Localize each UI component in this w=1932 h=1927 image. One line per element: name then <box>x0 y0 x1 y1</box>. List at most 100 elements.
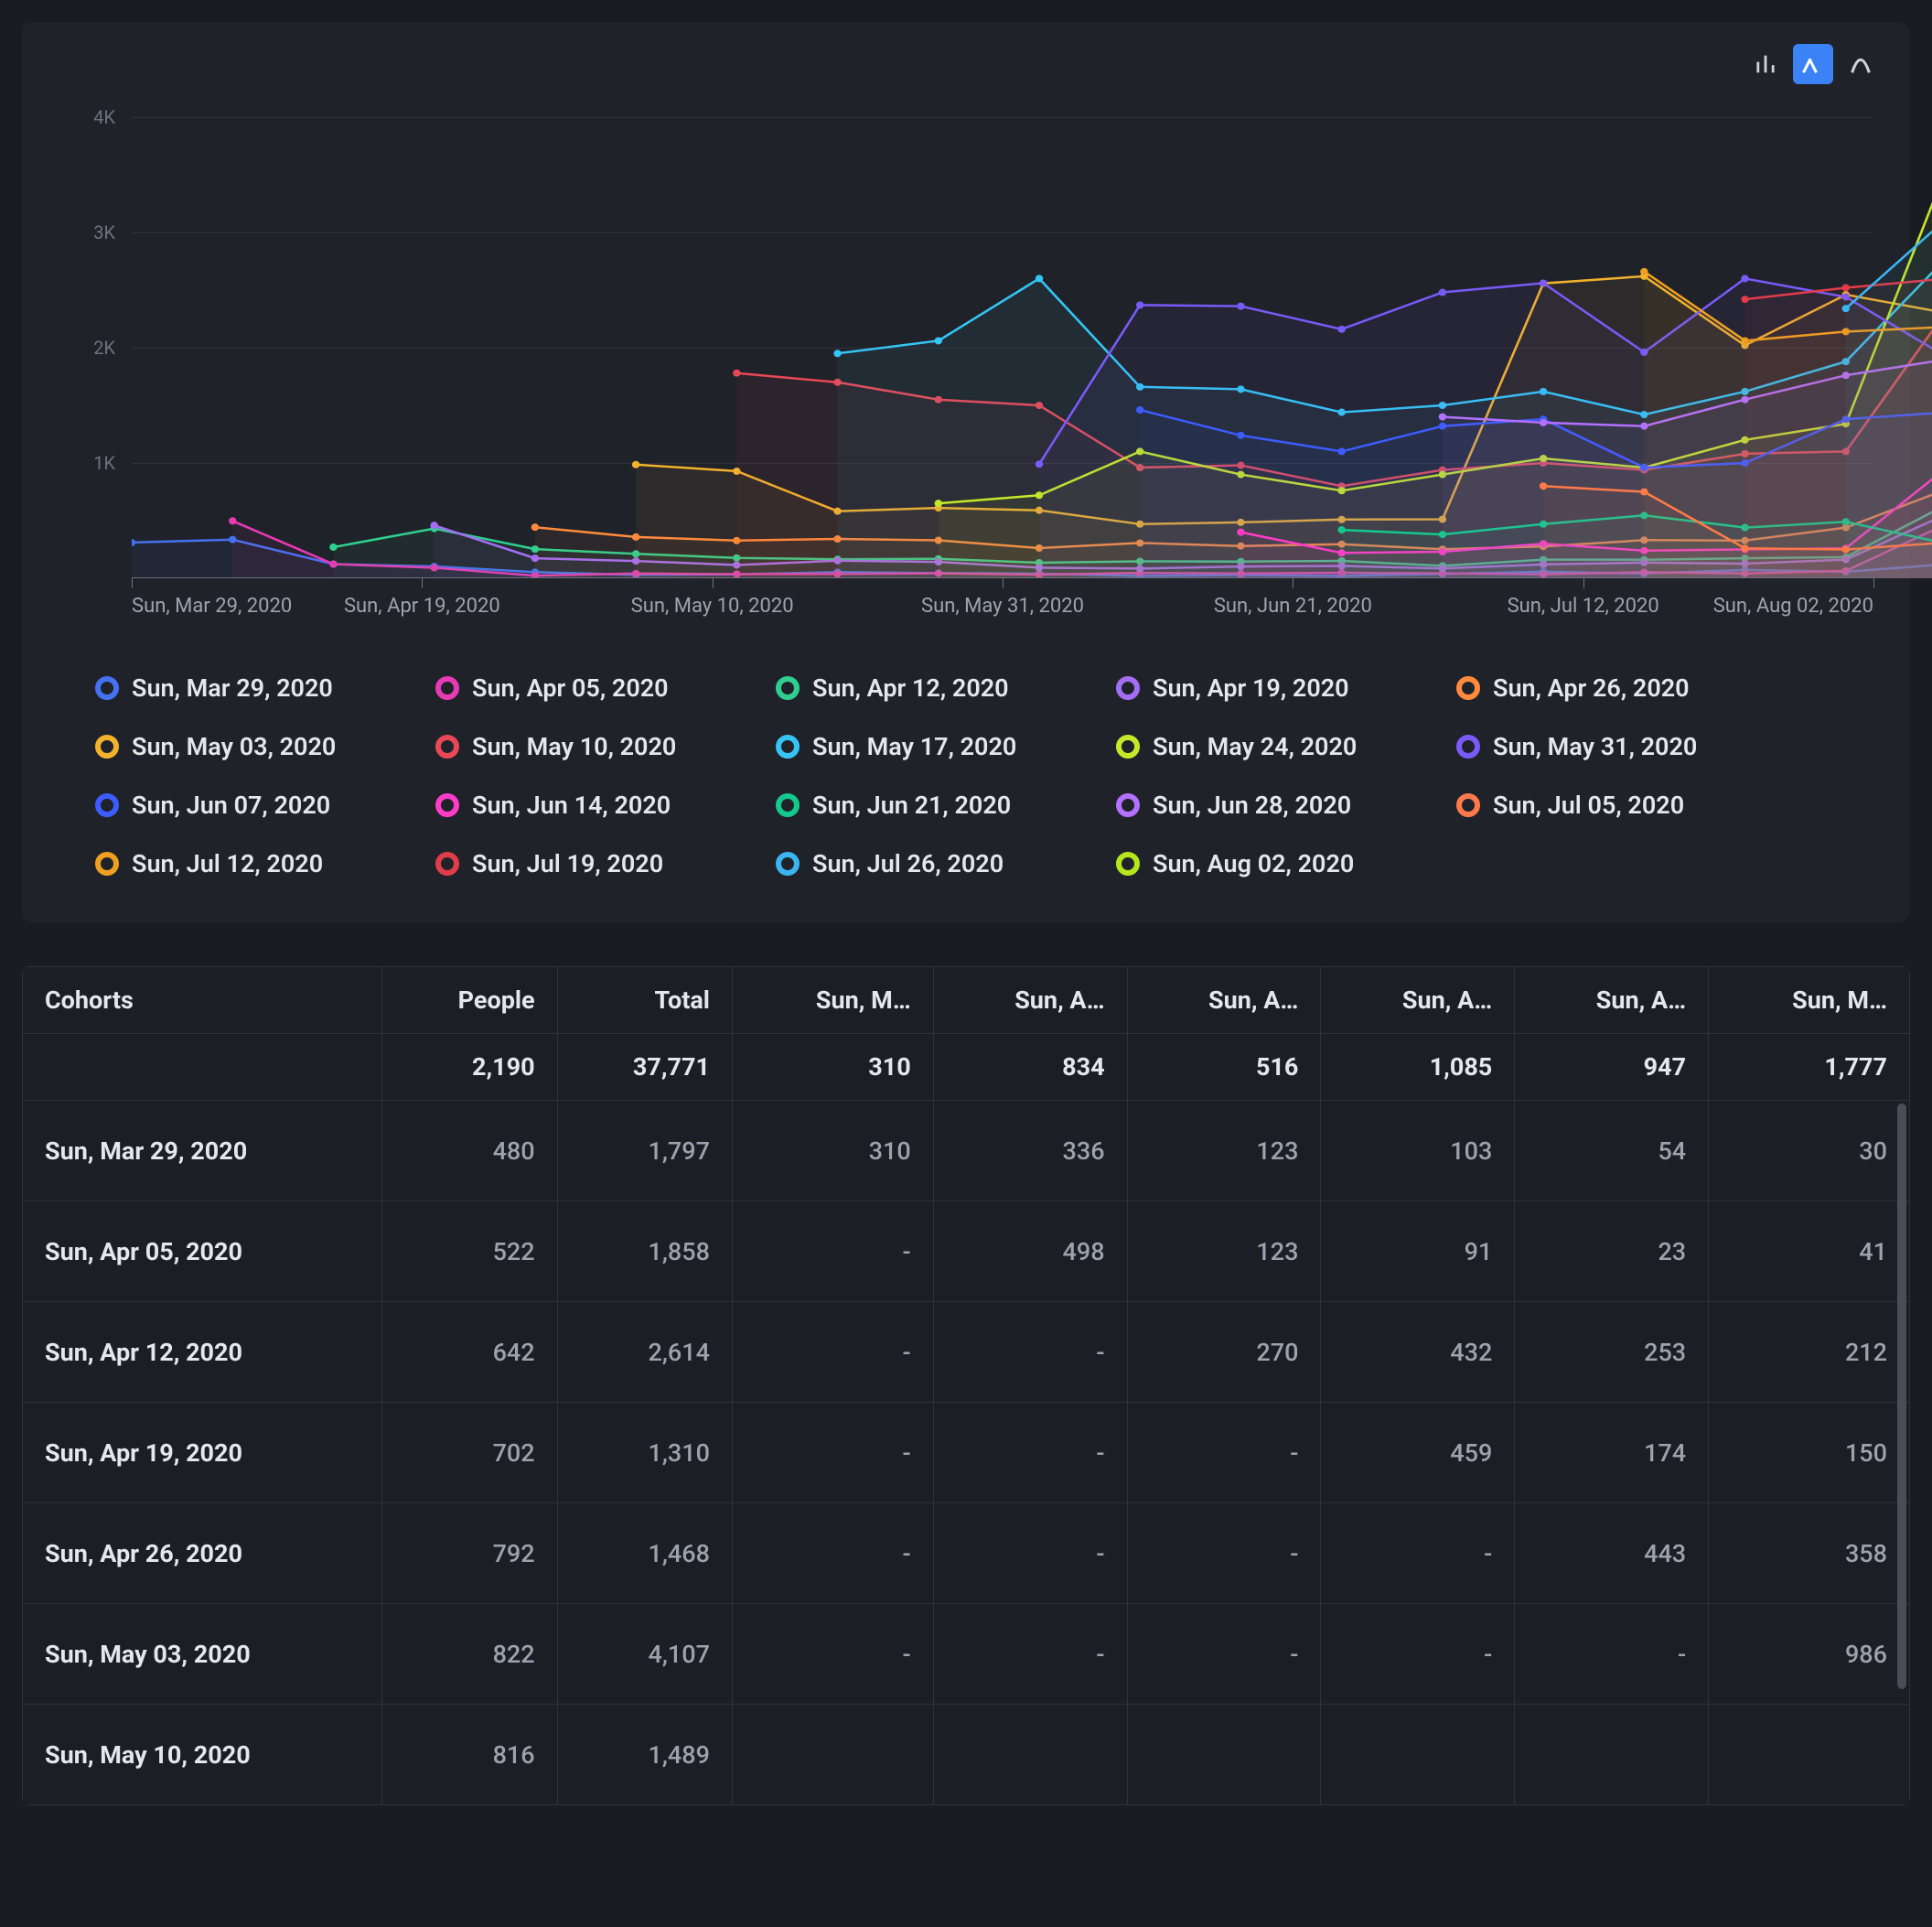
legend-item[interactable]: Sun, Jun 14, 2020 <box>435 791 710 820</box>
table-header-cell[interactable]: Sun, A… <box>933 967 1127 1034</box>
legend-item[interactable]: Sun, Jul 05, 2020 <box>1456 791 1731 820</box>
legend-item[interactable]: Sun, May 17, 2020 <box>776 732 1050 761</box>
row-value-cell: - <box>1127 1604 1321 1705</box>
row-value-cell: - <box>732 1302 933 1403</box>
row-value-cell: 822 <box>382 1604 557 1705</box>
legend-item[interactable]: Sun, May 03, 2020 <box>95 732 370 761</box>
row-value-cell: 1,858 <box>557 1201 732 1302</box>
legend-color-icon <box>95 735 119 759</box>
table-row[interactable]: Sun, May 10, 20208161,489 <box>23 1705 1910 1805</box>
row-value-cell <box>1127 1705 1321 1805</box>
row-value-cell: 23 <box>1515 1201 1709 1302</box>
legend-item[interactable]: Sun, Jun 07, 2020 <box>95 791 370 820</box>
row-value-cell: - <box>732 1503 933 1604</box>
legend-color-icon <box>1116 793 1140 817</box>
chart-type-line-icon[interactable] <box>1793 44 1833 84</box>
chart-type-curve-icon[interactable] <box>1841 44 1881 84</box>
legend-item[interactable]: Sun, May 31, 2020 <box>1456 732 1731 761</box>
row-value-cell: 432 <box>1321 1302 1515 1403</box>
legend-color-icon <box>95 676 119 700</box>
row-value-cell: - <box>933 1302 1127 1403</box>
row-value-cell: 459 <box>1321 1403 1515 1503</box>
row-label-cell: Sun, Apr 12, 2020 <box>23 1302 382 1403</box>
table-header-cell[interactable]: Sun, M… <box>1709 967 1910 1034</box>
table-totals-cell: 947 <box>1515 1034 1709 1101</box>
row-value-cell <box>1709 1705 1910 1805</box>
y-axis: 1K2K3K4K <box>59 117 123 578</box>
table-header-cell[interactable]: Cohorts <box>23 967 382 1034</box>
legend-item[interactable]: Sun, Jun 28, 2020 <box>1116 791 1390 820</box>
table-totals-cell: 516 <box>1127 1034 1321 1101</box>
row-value-cell: 253 <box>1515 1302 1709 1403</box>
row-value-cell: - <box>933 1503 1127 1604</box>
row-value-cell: - <box>933 1403 1127 1503</box>
legend-color-icon <box>1116 852 1140 876</box>
table-header-cell[interactable]: Sun, A… <box>1321 967 1515 1034</box>
row-value-cell: - <box>1127 1403 1321 1503</box>
y-tick-label: 1K <box>93 452 115 474</box>
row-value-cell: - <box>732 1201 933 1302</box>
legend-item[interactable]: Sun, Apr 12, 2020 <box>776 673 1050 703</box>
table-totals-cell: 1,777 <box>1709 1034 1910 1101</box>
x-tick-label: Sun, Mar 29, 2020 <box>132 595 292 618</box>
table-header-cell[interactable]: Sun, A… <box>1515 967 1709 1034</box>
row-value-cell: 150 <box>1709 1403 1910 1503</box>
table-row[interactable]: Sun, Apr 19, 20207021,310---459174150 <box>23 1403 1910 1503</box>
chart-legend: Sun, Mar 29, 2020 Sun, Apr 05, 2020 Sun, A… <box>59 630 1873 878</box>
table-row[interactable]: Sun, Mar 29, 20204801,797310336123103543… <box>23 1101 1910 1201</box>
row-value-cell: 986 <box>1709 1604 1910 1705</box>
legend-label: Sun, Jun 21, 2020 <box>812 791 1011 820</box>
legend-color-icon <box>776 852 800 876</box>
legend-label: Sun, Jun 28, 2020 <box>1153 791 1351 820</box>
legend-color-icon <box>95 852 119 876</box>
legend-item[interactable]: Sun, Jun 21, 2020 <box>776 791 1050 820</box>
row-value-cell: 336 <box>933 1101 1127 1201</box>
table-header-cell[interactable]: Total <box>557 967 732 1034</box>
table-row[interactable]: Sun, Apr 26, 20207921,468----443358 <box>23 1503 1910 1604</box>
row-value-cell: 1,468 <box>557 1503 732 1604</box>
table-row[interactable]: Sun, May 03, 20208224,107-----986 <box>23 1604 1910 1705</box>
table-totals-cell <box>23 1034 382 1101</box>
row-value-cell <box>1515 1705 1709 1805</box>
table-row[interactable]: Sun, Apr 05, 20205221,858-498123912341 <box>23 1201 1910 1302</box>
row-value-cell: 41 <box>1709 1201 1910 1302</box>
legend-item[interactable]: Sun, Apr 26, 2020 <box>1456 673 1731 703</box>
row-value-cell <box>1321 1705 1515 1805</box>
row-value-cell: - <box>933 1604 1127 1705</box>
table-header-cell[interactable]: Sun, A… <box>1127 967 1321 1034</box>
table-header-cell[interactable]: Sun, M… <box>732 967 933 1034</box>
table-totals-cell: 310 <box>732 1034 933 1101</box>
row-value-cell: 123 <box>1127 1101 1321 1201</box>
legend-item[interactable]: Sun, May 24, 2020 <box>1116 732 1390 761</box>
legend-label: Sun, May 10, 2020 <box>472 732 676 761</box>
row-value-cell: 54 <box>1515 1101 1709 1201</box>
row-value-cell <box>933 1705 1127 1805</box>
table-totals-cell: 834 <box>933 1034 1127 1101</box>
legend-label: Sun, Apr 12, 2020 <box>812 673 1009 703</box>
row-value-cell: 443 <box>1515 1503 1709 1604</box>
row-value-cell: - <box>1321 1604 1515 1705</box>
legend-label: Sun, Jun 14, 2020 <box>472 791 671 820</box>
row-value-cell: 792 <box>382 1503 557 1604</box>
x-tick-label: Sun, May 31, 2020 <box>921 595 1084 618</box>
legend-item[interactable]: Sun, Jul 19, 2020 <box>435 849 710 878</box>
table-header-cell[interactable]: People <box>382 967 557 1034</box>
legend-item[interactable]: Sun, Apr 05, 2020 <box>435 673 710 703</box>
chart-type-bar-icon[interactable] <box>1745 44 1786 84</box>
legend-label: Sun, Apr 05, 2020 <box>472 673 669 703</box>
legend-item[interactable]: Sun, Jul 26, 2020 <box>776 849 1050 878</box>
x-tick-label: Sun, Aug 02, 2020 <box>1713 595 1873 618</box>
legend-item[interactable]: Sun, May 10, 2020 <box>435 732 710 761</box>
legend-item[interactable]: Sun, Mar 29, 2020 <box>95 673 370 703</box>
x-tick-label: Sun, Apr 19, 2020 <box>344 595 500 618</box>
row-value-cell: 816 <box>382 1705 557 1805</box>
legend-item[interactable]: Sun, Apr 19, 2020 <box>1116 673 1390 703</box>
table-row[interactable]: Sun, Apr 12, 20206422,614--270432253212 <box>23 1302 1910 1403</box>
legend-color-icon <box>776 676 800 700</box>
row-value-cell: - <box>1321 1503 1515 1604</box>
legend-label: Sun, Jul 26, 2020 <box>812 849 1004 878</box>
legend-item[interactable]: Sun, Aug 02, 2020 <box>1116 849 1390 878</box>
legend-item[interactable]: Sun, Jul 12, 2020 <box>95 849 370 878</box>
row-value-cell: 123 <box>1127 1201 1321 1302</box>
scrollbar-thumb[interactable] <box>1897 1103 1906 1689</box>
